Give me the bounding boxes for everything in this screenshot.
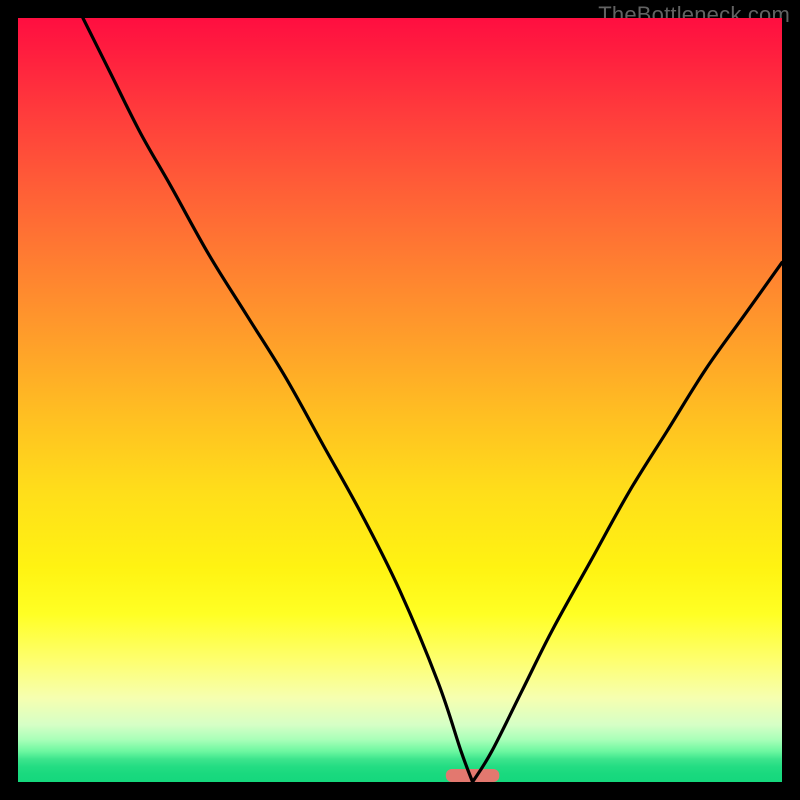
chart-svg (18, 18, 782, 782)
plot-area (18, 18, 782, 782)
curve-right-branch (473, 262, 782, 782)
curve-left-branch (83, 18, 473, 782)
chart-frame: TheBottleneck.com (0, 0, 800, 800)
